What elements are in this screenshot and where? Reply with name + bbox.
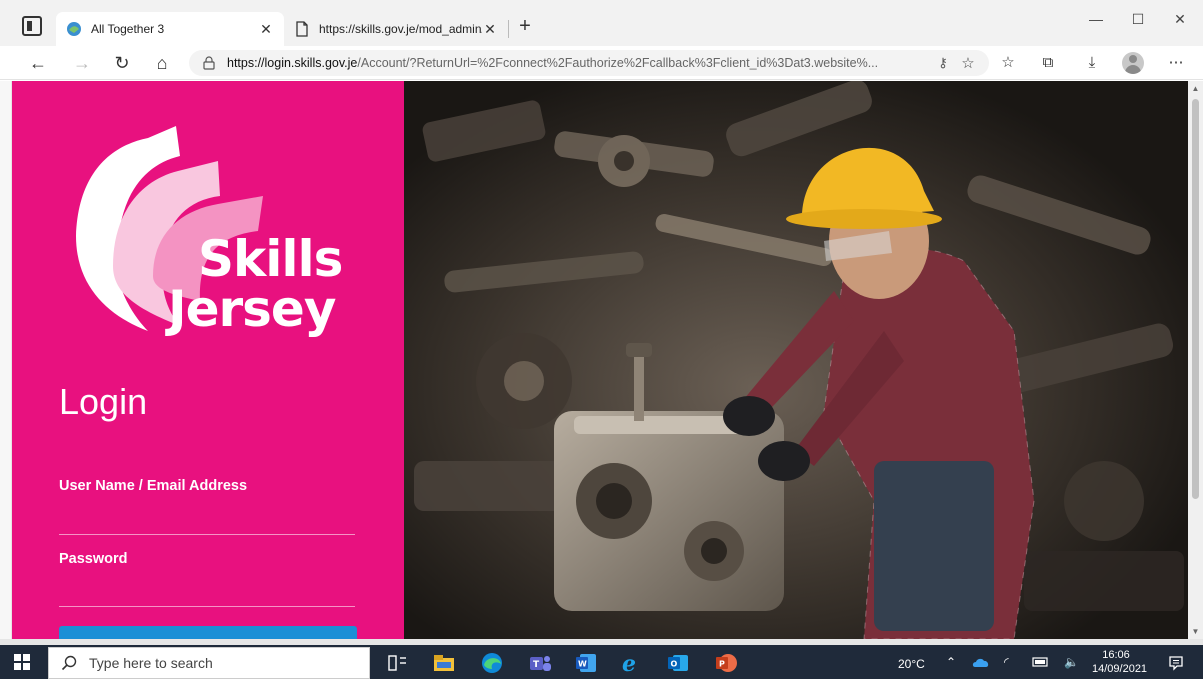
url-host: https://login.skills.gov.je: [227, 56, 358, 70]
lock-icon: [203, 56, 215, 70]
word-icon[interactable]: W: [574, 652, 598, 674]
display-icon[interactable]: [1032, 657, 1048, 667]
tab-title: https://skills.gov.je/mod_admin/l: [319, 22, 482, 36]
tab-separator: [508, 20, 509, 38]
tab-close-icon[interactable]: ✕: [258, 21, 274, 38]
search-placeholder: Type here to search: [89, 655, 213, 671]
login-button[interactable]: [59, 626, 357, 639]
powerpoint-icon[interactable]: P: [714, 652, 738, 674]
downloads-icon[interactable]: ⤓: [1080, 51, 1104, 75]
back-arrow-icon[interactable]: ←: [26, 51, 50, 75]
login-title: Login: [59, 381, 148, 422]
close-window-icon[interactable]: ✕: [1160, 8, 1200, 30]
minimize-icon[interactable]: —: [1076, 8, 1116, 30]
logo-line2: Jersey: [165, 280, 336, 338]
refresh-icon[interactable]: ↻: [110, 51, 134, 75]
notifications-icon[interactable]: [1168, 655, 1184, 671]
svg-text:e: e: [622, 652, 636, 674]
svg-text:P: P: [719, 660, 725, 669]
clock-date: 14/09/2021: [1092, 663, 1148, 675]
page-scrollbar[interactable]: ▲ ▼: [1188, 81, 1203, 639]
site-favicon-icon: [67, 22, 81, 36]
scroll-up-icon[interactable]: ▲: [1191, 84, 1200, 93]
new-tab-icon[interactable]: +: [514, 16, 536, 38]
favorite-add-icon[interactable]: ☆: [955, 54, 981, 72]
system-clock[interactable]: 16:06 14/09/2021: [1092, 648, 1148, 676]
password-input[interactable]: [59, 577, 355, 607]
weather-temperature[interactable]: 20°C: [898, 657, 925, 671]
scrollbar-thumb[interactable]: [1192, 99, 1199, 499]
windows-start-icon[interactable]: [14, 654, 30, 670]
key-icon[interactable]: ⚷: [931, 55, 955, 71]
url-path: /Account/?ReturnUrl=%2Fconnect%2Fauthori…: [357, 56, 879, 70]
password-label: Password: [59, 551, 128, 567]
internet-explorer-icon[interactable]: e: [620, 652, 644, 674]
taskbar-search[interactable]: Type here to search: [48, 647, 370, 679]
clock-time: 16:06: [1102, 649, 1130, 661]
address-bar[interactable]: https://login.skills.gov.je/Account/?Ret…: [189, 50, 989, 76]
search-icon: [61, 655, 77, 671]
tab-title: All Together 3: [91, 22, 165, 36]
svg-text:W: W: [578, 660, 587, 669]
tab-actions-icon[interactable]: [22, 16, 42, 36]
hero-image: [404, 81, 1188, 639]
svg-text:O: O: [671, 660, 678, 669]
profile-avatar[interactable]: [1122, 52, 1144, 74]
collections-icon[interactable]: ⧉: [1036, 51, 1060, 75]
skills-jersey-logo: Skills Jersey: [76, 126, 343, 338]
page-icon: [296, 21, 308, 37]
home-icon[interactable]: ⌂: [150, 51, 174, 75]
tab-skills-admin[interactable]: https://skills.gov.je/mod_admin/l ✕: [286, 12, 506, 46]
username-input[interactable]: [59, 505, 355, 535]
task-view-icon[interactable]: [386, 652, 410, 674]
favorites-icon[interactable]: ☆: [996, 51, 1020, 75]
file-explorer-icon[interactable]: [432, 652, 456, 674]
page-left-margin: [0, 81, 12, 639]
wifi-icon[interactable]: ◜: [1004, 655, 1009, 669]
volume-icon[interactable]: 🔈: [1064, 655, 1079, 669]
more-menu-icon[interactable]: ⋯: [1164, 51, 1188, 75]
tab-close-icon[interactable]: ✕: [482, 21, 498, 38]
url-text: https://login.skills.gov.je/Account/?Ret…: [227, 56, 931, 70]
scroll-down-icon[interactable]: ▼: [1191, 627, 1200, 636]
onedrive-icon[interactable]: [972, 656, 990, 668]
username-label: User Name / Email Address: [59, 478, 248, 494]
forward-arrow-icon[interactable]: →: [70, 51, 94, 75]
teams-icon[interactable]: T: [528, 652, 552, 674]
show-hidden-icons-icon[interactable]: ⌃: [946, 655, 956, 669]
edge-browser-icon[interactable]: [480, 652, 504, 674]
login-panel: Skills Jersey Login User Name / Email Ad…: [12, 81, 404, 639]
svg-text:T: T: [533, 660, 540, 670]
outlook-icon[interactable]: O: [666, 652, 690, 674]
maximize-icon[interactable]: ☐: [1118, 8, 1158, 30]
tab-all-together[interactable]: All Together 3 ✕: [56, 12, 284, 46]
